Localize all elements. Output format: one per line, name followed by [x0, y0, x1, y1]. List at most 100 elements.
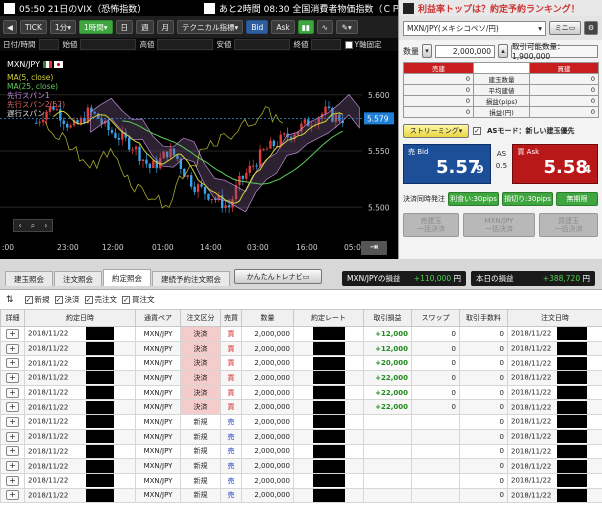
unlimited-button[interactable]: 無期限 [556, 192, 598, 206]
filter-buy[interactable]: ✓ 買注文 [122, 294, 155, 305]
qty-cell: 2,000,000 [241, 472, 294, 489]
expand-icon[interactable]: + [6, 490, 19, 501]
ask-button[interactable]: 買 Ask 5.58 4 [512, 144, 598, 184]
ask-price-main: 5.58 [543, 157, 588, 178]
week-button[interactable]: 週 [136, 20, 154, 34]
order-date: 2018/11/22 [511, 388, 552, 397]
zoom-in-icon[interactable]: › [44, 221, 47, 230]
sell-all-settle-button[interactable]: 売建玉 一括決済 [403, 213, 459, 237]
order-type-cell: 新規 [180, 458, 221, 474]
bid-button[interactable]: 売 Bid 5.57 9 [403, 144, 491, 184]
filter-settle[interactable]: ✓ 決済 [54, 294, 80, 305]
stop-loss-button[interactable]: 損切り:30pips [502, 192, 553, 206]
expand-icon[interactable]: + [6, 328, 19, 339]
scroll-end-icon[interactable]: ⇥ [361, 241, 387, 255]
column-header-pl[interactable]: 取引損益 [363, 309, 412, 327]
buy-cell: 0 [529, 84, 599, 96]
column-header-rate[interactable]: 約定レート [293, 309, 364, 327]
table-row[interactable]: +2018/11/22 MXN/JPY 新規売 2,000,000 0 2018/11/2… [0, 443, 602, 460]
all-settle-button[interactable]: MXN/JPY 一括決済 [463, 213, 535, 237]
table-row[interactable]: +2018/11/22 MXN/JPY 決済買 2,000,000 +12,000 0 0 2… [0, 340, 602, 357]
tech-label: テクニカル指標 [182, 22, 235, 32]
tab-reserved-orders[interactable]: 建続予約注文照会 [152, 271, 230, 286]
column-header-swap[interactable]: スワップ [411, 309, 460, 327]
ask-price-pip: 4 [583, 163, 592, 176]
mini-button[interactable]: ミニ ▭ [549, 21, 581, 35]
zoom-out-icon[interactable]: ‹ [19, 221, 22, 230]
easy-trenavi-button[interactable]: かんたんトレナビ ▭ [234, 269, 322, 284]
as-mode-label: ASモード：新しい建玉優先 [487, 127, 575, 135]
as-mode-checkbox[interactable]: ✓ [473, 127, 481, 135]
news-ticker-2[interactable]: あと2時間 08:30 全国消費者物価指数（ＣＰ [200, 0, 398, 16]
expand-icon[interactable]: + [6, 475, 19, 486]
tick-button[interactable]: TICK [20, 20, 47, 34]
period-1h-select[interactable]: 1時間 ▾ [79, 20, 113, 34]
expand-icon[interactable]: + [6, 358, 19, 369]
qty-input[interactable]: 2,000,000 [435, 44, 495, 58]
qty-cell: 2,000,000 [241, 428, 294, 445]
last-price-value: 5.579 [367, 114, 389, 123]
price-chart[interactable]: 5.600 5.550 5.500 5.579:00 23:00 12:00 01:00 14… [0, 51, 398, 259]
news-ticker[interactable]: 05:50 21日のVIX（恐怖指数） [0, 0, 200, 16]
table-row[interactable]: +2018/11/22 MXN/JPY 新規売 2,000,000 0 2018/11/2… [0, 414, 602, 430]
expand-icon[interactable]: + [6, 372, 19, 383]
tab-orders[interactable]: 注文照会 [54, 271, 102, 286]
expand-icon[interactable]: + [6, 402, 19, 413]
filter-new[interactable]: ✓ 新規 [24, 294, 50, 305]
buy-all-settle-button[interactable]: 買建玉 一括決済 [539, 213, 598, 237]
expand-icon[interactable]: + [6, 446, 19, 457]
pair-select[interactable]: MXN/JPY(メキシコペソ/円) ▾ [403, 20, 546, 36]
expand-icon[interactable]: + [6, 416, 19, 427]
column-header-order-date[interactable]: 注文日時 [507, 309, 602, 327]
order-type-cell: 新規 [180, 443, 221, 460]
redacted-block [312, 474, 345, 488]
tab-positions[interactable]: 建玉照会 [5, 271, 53, 286]
column-header-side[interactable]: 売買 [220, 309, 242, 327]
tab-executions[interactable]: 約定照会 [103, 269, 151, 286]
column-header-pair[interactable]: 通貨ペア [135, 309, 181, 327]
expand-icon[interactable]: + [6, 343, 19, 354]
column-header-fee[interactable]: 取引手数料 [459, 309, 508, 327]
streaming-select[interactable]: ストリーミング ▾ [403, 124, 469, 138]
table-row[interactable]: +2018/11/22 MXN/JPY 決済買 2,000,000 +22,000 0 0 2… [0, 370, 602, 386]
table-cell: 2018/11/22 [24, 384, 136, 401]
table-row[interactable]: +2018/11/22 MXN/JPY 新規売 2,000,000 0 2018/11/2… [0, 428, 602, 445]
yaxis-checkbox[interactable] [344, 40, 353, 49]
interval-select[interactable]: 1分 ▾ [49, 20, 76, 34]
zoom-controls: ‹ ⌕ › [13, 219, 53, 232]
table-row[interactable]: +2018/11/22 MXN/JPY 決済買 2,000,000 +22,000 0 0 2… [0, 399, 602, 416]
line-icon[interactable]: ∿ [316, 20, 333, 34]
month-button[interactable]: 月 [156, 20, 175, 34]
draw-icon[interactable]: ✎▾ [335, 20, 358, 34]
table-row[interactable]: +2018/11/22 MXN/JPY 新規売 2,000,000 0 2018/11/2… [0, 458, 602, 474]
candle-body [252, 165, 255, 167]
qty-down-icon[interactable]: ▾ [422, 44, 432, 58]
ranking-banner[interactable]: 利益率トップは？約定予約ランキング！ [398, 0, 602, 16]
expand-icon[interactable]: + [6, 387, 19, 398]
magnifier-icon[interactable]: ⌕ [31, 221, 35, 231]
technical-select[interactable]: テクニカル指標 ▾ [177, 20, 244, 34]
qty-up-icon[interactable]: ▴ [498, 44, 508, 58]
fee-cell: 0 [459, 370, 508, 386]
column-header-qty[interactable]: 数量 [241, 309, 294, 327]
gear-icon[interactable]: ⚙ [584, 21, 598, 35]
expand-icon[interactable]: + [6, 461, 19, 472]
back-icon[interactable]: ◀ [3, 20, 17, 34]
filter-sell[interactable]: ✓ 売注文 [84, 294, 117, 305]
sort-icon[interactable]: ⇅ [6, 295, 14, 305]
redacted-block [557, 430, 588, 444]
column-header-detail[interactable]: 詳細 [0, 309, 25, 327]
take-profit-button[interactable]: 利食い:30pips [448, 192, 499, 206]
table-row[interactable]: +2018/11/22 MXN/JPY 新規売 2,000,000 0 2018/11/2… [0, 472, 602, 489]
table-row[interactable]: +2018/11/22 MXN/JPY 決済買 2,000,000 +20,000 0 0 2… [0, 355, 602, 372]
column-header-exec-date[interactable]: 約定日時 [24, 309, 136, 327]
candle-icon[interactable]: ▮▮ [297, 20, 314, 34]
column-header-order-type[interactable]: 注文区分 [180, 309, 221, 327]
table-row[interactable]: +2018/11/22 MXN/JPY 決済買 2,000,000 +22,000 0 0 2… [0, 384, 602, 401]
ask-button[interactable]: Ask [271, 20, 295, 34]
expand-icon[interactable]: + [6, 431, 19, 442]
bid-button[interactable]: Bid [246, 20, 269, 34]
table-row[interactable]: +2018/11/22 MXN/JPY 決済買 2,000,000 +12,000 0 0 2… [0, 326, 602, 342]
table-row[interactable]: +2018/11/22 MXN/JPY 新規売 2,000,000 0 2018/11/2… [0, 487, 602, 504]
day-button[interactable]: 日 [115, 20, 134, 34]
